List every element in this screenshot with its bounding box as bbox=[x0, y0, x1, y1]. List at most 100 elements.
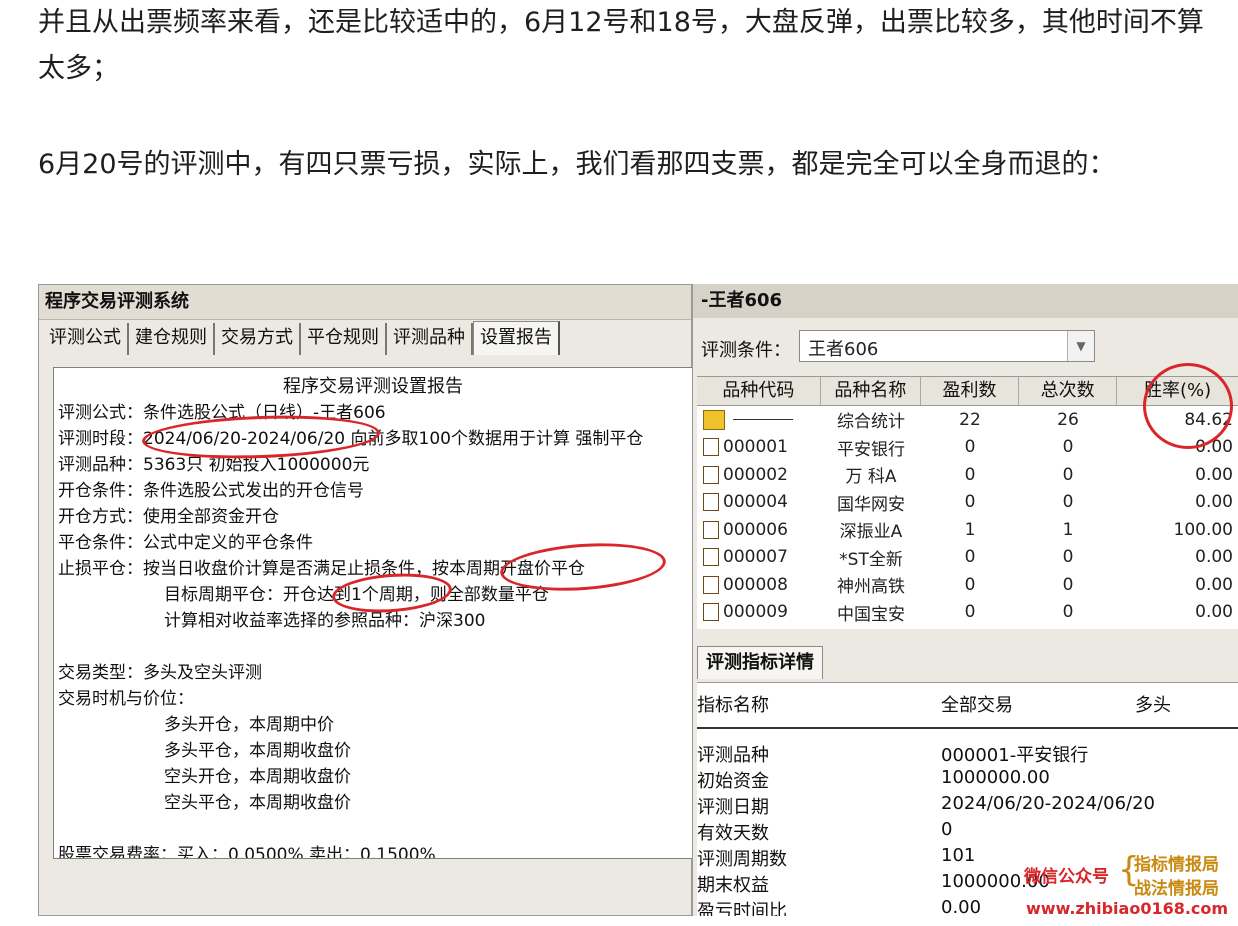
row-code: 000008 bbox=[723, 574, 788, 595]
tab-close-rules[interactable]: 平仓规则 bbox=[301, 323, 387, 355]
row-profit: 1 bbox=[964, 519, 976, 540]
article-paragraph-2: 6月20号的评测中，有四只票亏损，实际上，我们看那四支票，都是完全可以全身而退的… bbox=[38, 149, 1116, 180]
detail-header: 指标名称 bbox=[697, 695, 769, 716]
folder-icon bbox=[703, 520, 719, 539]
divider bbox=[697, 727, 1238, 729]
row-rate: 0.00 bbox=[1195, 547, 1233, 568]
table-row[interactable]: 000002 万 科A 0 0 0.00 bbox=[697, 461, 1238, 489]
column-header[interactable]: 总次数 bbox=[1019, 377, 1118, 405]
report-line: 多头开仓，本周期中价 bbox=[164, 715, 334, 735]
row-name: 深振业A bbox=[839, 522, 903, 543]
row-total: 0 bbox=[1062, 492, 1074, 513]
tab-settings-report[interactable]: 设置报告 bbox=[473, 321, 560, 355]
row-profit: 0 bbox=[964, 574, 976, 595]
row-rate: 100.00 bbox=[1173, 519, 1233, 540]
folder-icon bbox=[703, 438, 719, 457]
report-title: 程序交易评测设置报告 bbox=[283, 376, 463, 397]
report-line: 评测公式：条件选股公式（日线）-王者606 bbox=[58, 403, 386, 423]
table-row[interactable]: 000001 平安银行 0 0 0.00 bbox=[697, 434, 1238, 462]
table-header: 品种代码 品种名称 盈利数 总次数 胜率(%) bbox=[697, 377, 1238, 406]
watermark-name-2: 战法情报局 bbox=[1134, 879, 1219, 899]
row-profit: 22 bbox=[959, 409, 981, 430]
row-total: 1 bbox=[1062, 519, 1074, 540]
column-header[interactable]: 胜率(%) bbox=[1117, 377, 1238, 405]
tab-instruments[interactable]: 评测品种 bbox=[387, 323, 473, 355]
report-line: 交易时机与价位： bbox=[58, 689, 194, 709]
row-name: 万 科A bbox=[845, 467, 897, 488]
column-header[interactable]: 品种代码 bbox=[697, 377, 821, 405]
row-rate: 0.00 bbox=[1195, 437, 1233, 458]
row-name: 中国宝安 bbox=[837, 604, 905, 625]
report-line: 空头开仓，本周期收盘价 bbox=[164, 767, 351, 787]
watermark-url: www.zhibiao0168.com bbox=[1026, 899, 1229, 918]
row-total: 0 bbox=[1062, 437, 1074, 458]
table-row[interactable]: 000004 国华网安 0 0 0.00 bbox=[697, 489, 1238, 517]
report-line: 止损平仓：按当日收盘价计算是否满足止损条件，按本周期开盘价平仓 bbox=[58, 559, 585, 579]
results-window: -王者606 评测条件： 王者606 ▼ 品种代码 品种名称 盈利数 总次数 胜… bbox=[692, 284, 1238, 916]
report-line: 空头平仓，本周期收盘价 bbox=[164, 793, 351, 813]
row-profit: 0 bbox=[964, 492, 976, 513]
row-name: 神州高铁 bbox=[837, 577, 905, 598]
row-code: 000001 bbox=[723, 437, 788, 458]
row-name: 综合统计 bbox=[837, 412, 905, 433]
row-total: 0 bbox=[1062, 574, 1074, 595]
row-total: 0 bbox=[1062, 464, 1074, 485]
row-name: 国华网安 bbox=[837, 494, 905, 515]
folder-icon bbox=[703, 493, 719, 512]
row-code: 000002 bbox=[723, 464, 788, 485]
detail-header: 多头 bbox=[1135, 695, 1171, 716]
row-profit: 0 bbox=[964, 464, 976, 485]
row-total: 0 bbox=[1062, 547, 1074, 568]
report-line: 目标周期平仓：开仓达到1个周期，则全部数量平仓 bbox=[164, 585, 549, 605]
report-line: 股票交易费率：买入：0.0500% 卖出：0.1500% bbox=[58, 845, 436, 859]
row-rate: 0.00 bbox=[1195, 464, 1233, 485]
evaluation-system-window: 程序交易评测系统 评测公式 建仓规则 交易方式 平仓规则 评测品种 设置报告 程… bbox=[38, 284, 693, 916]
condition-select-value: 王者606 bbox=[808, 339, 879, 360]
row-name: *ST全新 bbox=[839, 549, 903, 570]
tab-formula[interactable]: 评测公式 bbox=[43, 323, 129, 355]
tab-position-rules[interactable]: 建仓规则 bbox=[129, 323, 215, 355]
detail-header: 全部交易 bbox=[941, 695, 1013, 716]
row-profit: 0 bbox=[964, 602, 976, 623]
row-rate: 0.00 bbox=[1195, 602, 1233, 623]
table-row[interactable]: 综合统计 22 26 84.62 bbox=[697, 406, 1238, 434]
window-title: -王者606 bbox=[693, 284, 1238, 318]
column-header[interactable]: 盈利数 bbox=[921, 377, 1020, 405]
report-line: 交易类型：多头及空头评测 bbox=[58, 663, 262, 683]
summary-folder-icon bbox=[703, 409, 725, 430]
condition-label: 评测条件： bbox=[701, 340, 791, 361]
chevron-down-icon[interactable]: ▼ bbox=[1067, 331, 1094, 361]
article-paragraph-1: 并且从出票频率来看，还是比较适中的，6月12号和18号，大盘反弹，出票比较多，其… bbox=[38, 7, 1204, 84]
row-code: 000009 bbox=[723, 602, 788, 623]
condition-select[interactable]: 王者606 ▼ bbox=[799, 330, 1095, 362]
row-profit: 0 bbox=[964, 547, 976, 568]
report-line: 多头平仓，本周期收盘价 bbox=[164, 741, 351, 761]
row-total: 0 bbox=[1062, 602, 1074, 623]
report-line: 评测时段：2024/06/20-2024/06/20 向前多取100个数据用于计… bbox=[58, 429, 644, 449]
window-title: 程序交易评测系统 bbox=[39, 285, 691, 320]
tab-indicator-details[interactable]: 评测指标详情 bbox=[697, 646, 823, 679]
table-row[interactable]: 000006 深振业A 1 1 100.00 bbox=[697, 516, 1238, 544]
row-name: 平安银行 bbox=[837, 439, 905, 460]
row-profit: 0 bbox=[964, 437, 976, 458]
row-code bbox=[733, 419, 793, 421]
settings-report-panel[interactable]: 程序交易评测设置报告 评测公式：条件选股公式（日线）-王者606 评测时段：20… bbox=[53, 367, 693, 859]
table-row[interactable]: 000007 *ST全新 0 0 0.00 bbox=[697, 544, 1238, 572]
report-line: 开仓方式：使用全部资金开仓 bbox=[58, 507, 279, 527]
tab-trade-mode[interactable]: 交易方式 bbox=[215, 323, 301, 355]
table-row[interactable]: 000009 中国宝安 0 0 0.00 bbox=[697, 599, 1238, 627]
row-rate: 84.62 bbox=[1184, 409, 1233, 430]
row-code: 000006 bbox=[723, 519, 788, 540]
folder-icon bbox=[703, 548, 719, 567]
row-total: 26 bbox=[1057, 409, 1079, 430]
watermark-wechat: 微信公众号 bbox=[1024, 867, 1109, 887]
results-table[interactable]: 品种代码 品种名称 盈利数 总次数 胜率(%) 综合统计 22 26 84.62… bbox=[697, 363, 1238, 629]
report-line: 计算相对收益率选择的参照品种：沪深300 bbox=[164, 611, 486, 631]
row-rate: 0.00 bbox=[1195, 492, 1233, 513]
column-header[interactable]: 品种名称 bbox=[821, 377, 921, 405]
row-code: 000007 bbox=[723, 547, 788, 568]
tab-bar: 评测公式 建仓规则 交易方式 平仓规则 评测品种 设置报告 bbox=[43, 321, 560, 355]
folder-icon bbox=[703, 465, 719, 484]
report-line: 开仓条件：条件选股公式发出的开仓信号 bbox=[58, 481, 364, 501]
table-row[interactable]: 000008 神州高铁 0 0 0.00 bbox=[697, 571, 1238, 599]
